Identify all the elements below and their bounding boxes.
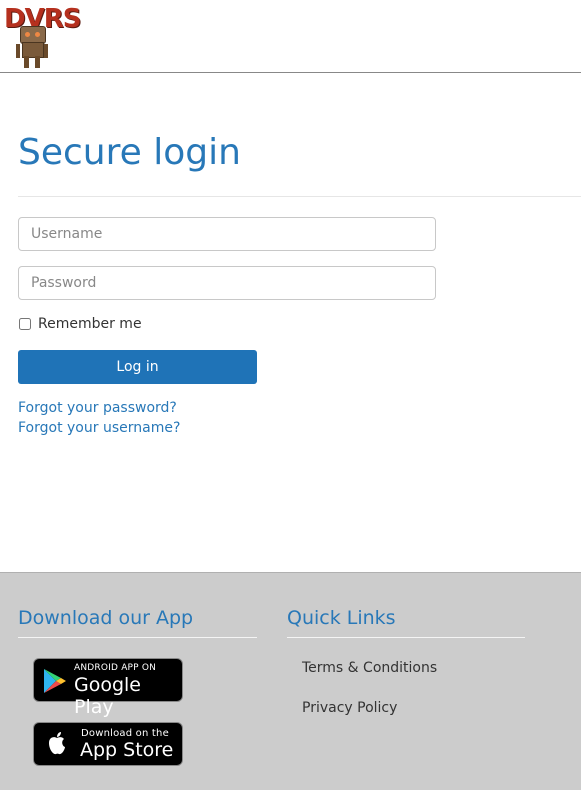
forgot-username-link[interactable]: Forgot your username? (18, 420, 180, 436)
google-play-small-text: ANDROID APP ON (74, 663, 157, 673)
robot-arm-left (16, 44, 20, 58)
site-footer: Download our App ANDROID APP ON Google P… (0, 572, 581, 790)
page-title: Secure login (18, 132, 241, 173)
google-play-big-text: Google Play (74, 674, 142, 718)
download-app-heading: Download our App (18, 607, 194, 629)
robot-arm-right (44, 44, 48, 58)
remember-me[interactable]: Remember me (18, 316, 142, 332)
username-input[interactable] (18, 217, 436, 251)
forgot-password-link[interactable]: Forgot your password? (18, 400, 177, 416)
quick-links-divider (287, 637, 525, 638)
download-app-divider (18, 637, 257, 638)
app-store-big-text: App Store (80, 739, 174, 761)
google-play-icon (44, 669, 66, 693)
app-store-small-text: Download on the (81, 728, 169, 739)
site-header: DVRS (0, 0, 581, 73)
privacy-link[interactable]: Privacy Policy (302, 700, 397, 716)
robot-leg-left (24, 56, 29, 68)
password-input[interactable] (18, 266, 436, 300)
app-store-badge[interactable]: Download on the App Store (33, 722, 183, 766)
quick-links-heading: Quick Links (287, 607, 396, 629)
remember-me-label: Remember me (38, 316, 142, 332)
google-play-badge[interactable]: ANDROID APP ON Google Play (33, 658, 183, 718)
site-logo[interactable]: DVRS (4, 4, 81, 70)
login-button[interactable]: Log in (18, 350, 257, 384)
title-divider (18, 196, 581, 197)
remember-me-checkbox[interactable] (19, 318, 31, 330)
terms-link[interactable]: Terms & Conditions (302, 660, 437, 676)
apple-icon (49, 732, 65, 755)
robot-leg-right (35, 56, 40, 68)
